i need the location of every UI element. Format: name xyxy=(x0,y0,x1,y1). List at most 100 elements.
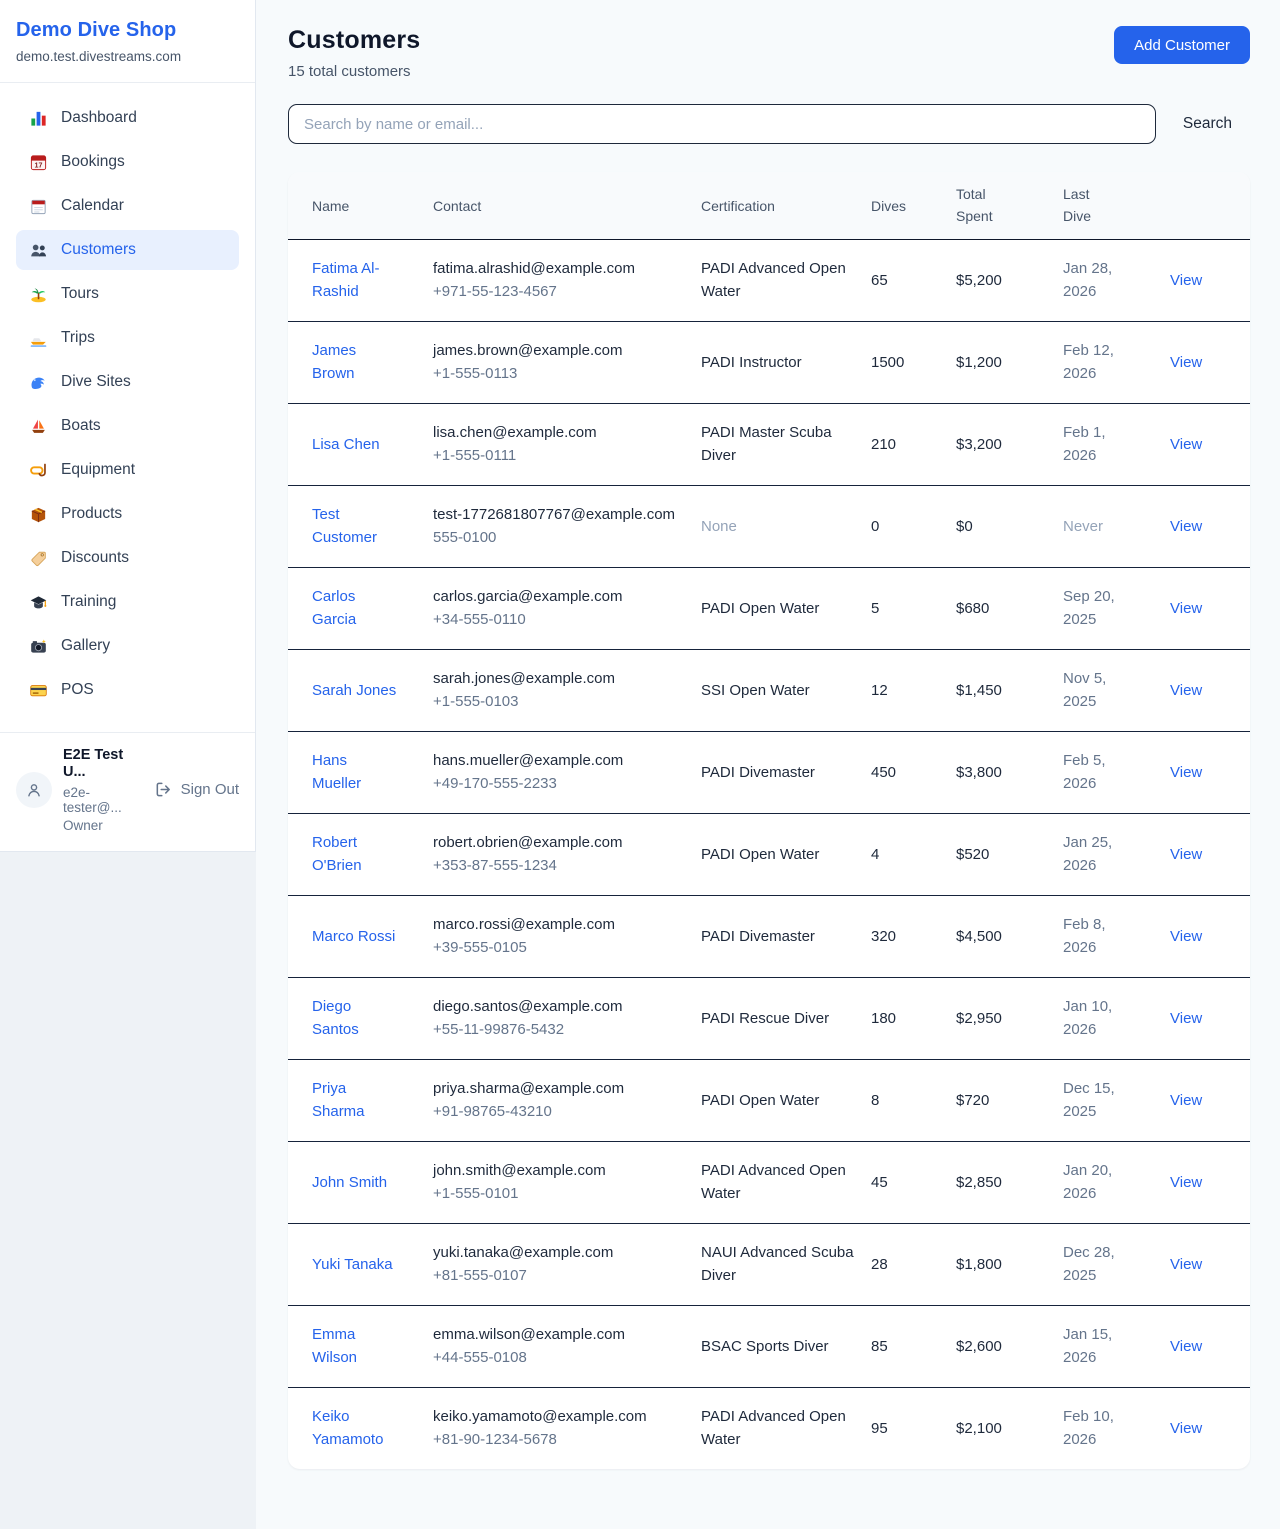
view-link[interactable]: View xyxy=(1170,682,1202,699)
dives-cell: 65 xyxy=(871,240,956,322)
user-block: E2E Test U... e2e-tester@... Owner Sign … xyxy=(0,732,255,851)
contact-cell: fatima.alrashid@example.com +971-55-123-… xyxy=(433,240,701,322)
search-row: Search xyxy=(288,104,1250,144)
customer-phone: +971-55-123-4567 xyxy=(433,281,685,304)
view-link[interactable]: View xyxy=(1170,436,1202,453)
sidebar-item-label: Discounts xyxy=(61,549,129,567)
sign-out-button[interactable]: Sign Out xyxy=(154,780,239,800)
table-row: Marco Rossi marco.rossi@example.com +39-… xyxy=(288,896,1250,978)
calendar-icon xyxy=(28,196,48,216)
sidebar-item-products[interactable]: Products xyxy=(16,494,239,534)
sidebar-item-label: Boats xyxy=(61,417,101,435)
customer-name-link[interactable]: Carlos Garcia xyxy=(312,586,399,631)
customer-name-link[interactable]: John Smith xyxy=(312,1172,387,1195)
customer-email: yuki.tanaka@example.com xyxy=(433,1242,685,1265)
contact-cell: james.brown@example.com +1-555-0113 xyxy=(433,322,701,404)
sidebar-item-training[interactable]: Training xyxy=(16,582,239,622)
view-link[interactable]: View xyxy=(1170,1092,1202,1109)
dives-cell: 85 xyxy=(871,1306,956,1388)
certification-cell: SSI Open Water xyxy=(701,650,871,732)
sidebar-item-dashboard[interactable]: Dashboard xyxy=(16,98,239,138)
customer-name-link[interactable]: Emma Wilson xyxy=(312,1324,399,1369)
total-spent-cell: $0 xyxy=(956,486,1063,568)
customer-email: priya.sharma@example.com xyxy=(433,1078,685,1101)
certification-cell: NAUI Advanced Scuba Diver xyxy=(701,1224,871,1306)
dives-cell: 5 xyxy=(871,568,956,650)
column-header-actions xyxy=(1170,172,1250,240)
credit-card-icon xyxy=(28,680,48,700)
view-link[interactable]: View xyxy=(1170,1174,1202,1191)
customer-email: marco.rossi@example.com xyxy=(433,914,685,937)
view-link[interactable]: View xyxy=(1170,354,1202,371)
last-dive-cell: Nov 5, 2025 xyxy=(1063,650,1170,732)
last-dive-cell: Jan 25, 2026 xyxy=(1063,814,1170,896)
sidebar-item-bookings[interactable]: 17 Bookings xyxy=(16,142,239,182)
view-link[interactable]: View xyxy=(1170,928,1202,945)
customer-phone: +55-11-99876-5432 xyxy=(433,1019,685,1042)
add-customer-button[interactable]: Add Customer xyxy=(1114,26,1250,64)
sidebar-item-discounts[interactable]: Discounts xyxy=(16,538,239,578)
total-spent-cell: $1,200 xyxy=(956,322,1063,404)
customer-phone: +1-555-0101 xyxy=(433,1183,685,1206)
table-body: Fatima Al-Rashid fatima.alrashid@example… xyxy=(288,240,1250,1470)
customer-email: james.brown@example.com xyxy=(433,340,685,363)
view-link[interactable]: View xyxy=(1170,764,1202,781)
last-dive-cell: Never xyxy=(1063,486,1170,568)
sidebar-item-tours[interactable]: Tours xyxy=(16,274,239,314)
sidebar-item-calendar[interactable]: Calendar xyxy=(16,186,239,226)
view-link[interactable]: View xyxy=(1170,846,1202,863)
table-row: John Smith john.smith@example.com +1-555… xyxy=(288,1142,1250,1224)
customer-email: sarah.jones@example.com xyxy=(433,668,685,691)
island-icon xyxy=(28,284,48,304)
dives-cell: 320 xyxy=(871,896,956,978)
sidebar-item-boats[interactable]: Boats xyxy=(16,406,239,446)
certification-cell: PADI Master Scuba Diver xyxy=(701,404,871,486)
view-link[interactable]: View xyxy=(1170,272,1202,289)
certification-cell: PADI Advanced Open Water xyxy=(701,240,871,322)
total-spent-cell: $5,200 xyxy=(956,240,1063,322)
customer-email: robert.obrien@example.com xyxy=(433,832,685,855)
main-content: Customers 15 total customers Add Custome… xyxy=(256,0,1280,1529)
view-link[interactable]: View xyxy=(1170,518,1202,535)
sidebar-item-dive-sites[interactable]: Dive Sites xyxy=(16,362,239,402)
view-link[interactable]: View xyxy=(1170,600,1202,617)
sidebar: Demo Dive Shop demo.test.divestreams.com… xyxy=(0,0,256,852)
customer-phone: +34-555-0110 xyxy=(433,609,685,632)
sidebar-item-label: POS xyxy=(61,681,94,699)
sidebar-item-label: Gallery xyxy=(61,637,110,655)
dives-cell: 95 xyxy=(871,1388,956,1470)
customer-name-link[interactable]: Keiko Yamamoto xyxy=(312,1406,399,1451)
search-button[interactable]: Search xyxy=(1156,115,1250,133)
search-input[interactable] xyxy=(288,104,1156,144)
customer-name-link[interactable]: Marco Rossi xyxy=(312,926,395,949)
sidebar-item-pos[interactable]: POS xyxy=(16,670,239,710)
customer-name-link[interactable]: Diego Santos xyxy=(312,996,399,1041)
customer-name-link[interactable]: Lisa Chen xyxy=(312,434,380,457)
sailboat-icon xyxy=(28,416,48,436)
sidebar-item-label: Dashboard xyxy=(61,109,137,127)
sidebar-item-trips[interactable]: Trips xyxy=(16,318,239,358)
dives-cell: 4 xyxy=(871,814,956,896)
view-link[interactable]: View xyxy=(1170,1256,1202,1273)
view-link[interactable]: View xyxy=(1170,1010,1202,1027)
customer-name-link[interactable]: Sarah Jones xyxy=(312,680,396,703)
view-link[interactable]: View xyxy=(1170,1338,1202,1355)
customer-name-link[interactable]: Priya Sharma xyxy=(312,1078,399,1123)
total-spent-cell: $3,200 xyxy=(956,404,1063,486)
total-spent-cell: $720 xyxy=(956,1060,1063,1142)
sidebar-item-gallery[interactable]: Gallery xyxy=(16,626,239,666)
package-icon xyxy=(28,504,48,524)
sidebar-item-customers[interactable]: Customers xyxy=(16,230,239,270)
customer-name-link[interactable]: Hans Mueller xyxy=(312,750,399,795)
customer-name-link[interactable]: Fatima Al-Rashid xyxy=(312,258,399,303)
page-title: Customers xyxy=(288,26,420,55)
table-row: Carlos Garcia carlos.garcia@example.com … xyxy=(288,568,1250,650)
dives-cell: 0 xyxy=(871,486,956,568)
customer-name-link[interactable]: Yuki Tanaka xyxy=(312,1254,393,1277)
sidebar-item-equipment[interactable]: Equipment xyxy=(16,450,239,490)
view-link[interactable]: View xyxy=(1170,1420,1202,1437)
customer-name-link[interactable]: Test Customer xyxy=(312,504,399,549)
customer-name-link[interactable]: Robert O'Brien xyxy=(312,832,399,877)
dives-cell: 180 xyxy=(871,978,956,1060)
customer-name-link[interactable]: James Brown xyxy=(312,340,399,385)
